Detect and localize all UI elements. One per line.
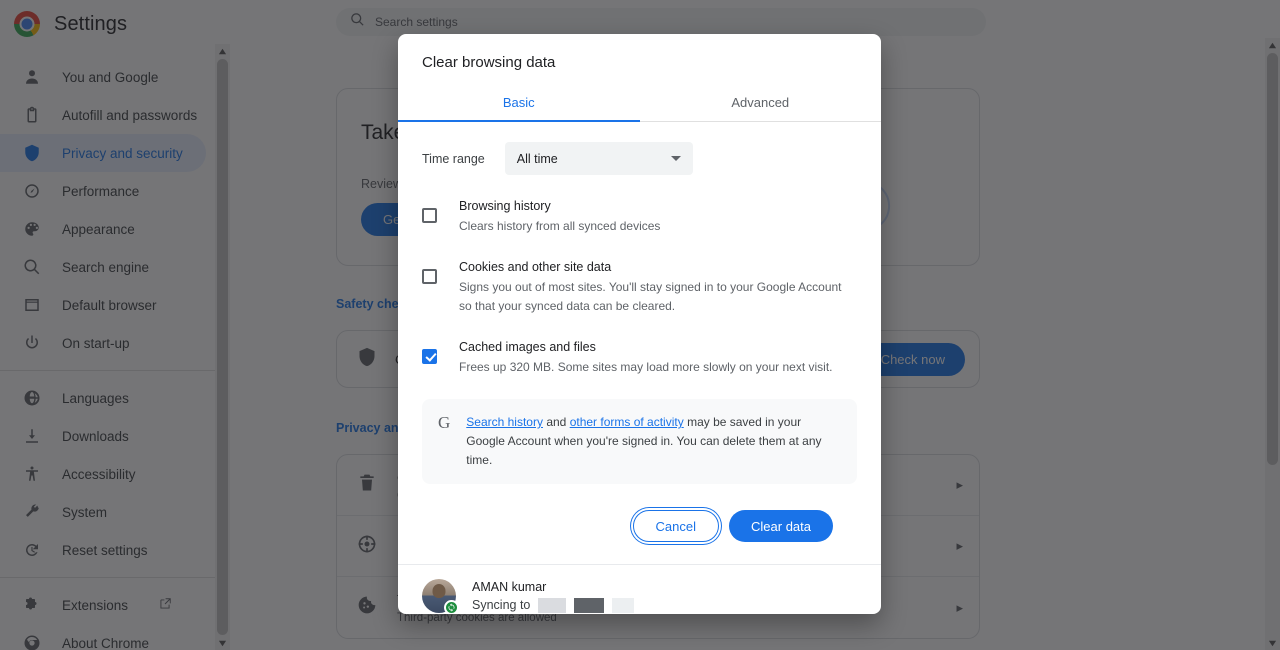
option-title: Cookies and other site data [459,260,612,274]
search-history-link[interactable]: Search history [466,415,543,429]
browsing-history-checkbox[interactable] [422,208,437,223]
chevron-down-icon [670,156,681,161]
account-row: AMAN kumar Syncing to [422,579,857,614]
account-name: AMAN kumar [472,579,547,594]
dialog-title: Clear browsing data [422,54,556,71]
banner-mid-text: and [542,415,570,429]
option-cookies-and-site-data[interactable]: Cookies and other site data Signs you ou… [422,258,857,316]
cookies-checkbox[interactable] [422,269,437,284]
google-g-icon: G [438,413,451,432]
redacted-email-block [538,597,567,613]
option-browsing-history[interactable]: Browsing history Clears history from all… [422,197,857,236]
clear-data-button[interactable]: Clear data [729,510,833,542]
avatar-face [432,584,446,598]
redacted-email-block [612,597,635,613]
time-range-label: Time range [422,151,485,166]
tab-advanced[interactable]: Advanced [640,85,882,121]
dialog-actions: Cancel Clear data [422,484,857,564]
time-range-value: All time [516,151,558,166]
other-forms-of-activity-link[interactable]: other forms of activity [570,415,684,429]
cached-images-checkbox[interactable] [422,349,437,364]
sync-status-label: Syncing to [472,598,531,612]
tab-basic[interactable]: Basic [398,85,640,122]
settings-page: Settings You and Google Autofill and pas… [0,0,1280,650]
google-account-banner: G Search history and other forms of acti… [422,399,857,484]
time-range-select[interactable]: All time [504,142,693,175]
sync-icon [444,600,459,614]
option-cached-images-and-files[interactable]: Cached images and files Frees up 320 MB.… [422,338,857,377]
dialog-tabs: Basic Advanced [398,85,881,122]
option-title: Browsing history [459,199,551,213]
dialog-body: Time range All time Browsing history Cle… [398,122,881,564]
time-range-row: Time range All time [422,142,857,175]
option-description: Clears history from all synced devices [459,219,661,233]
google-banner-text: Search history and other forms of activi… [466,413,841,470]
redacted-email-block [574,597,605,613]
dialog-footer: AMAN kumar Syncing to To clear browsing … [398,564,881,614]
avatar [422,579,459,614]
option-title: Cached images and files [459,340,596,354]
cancel-button[interactable]: Cancel [632,510,720,542]
option-description: Signs you out of most sites. You'll stay… [459,280,842,313]
clear-browsing-data-dialog: Clear browsing data Basic Advanced Time … [398,34,881,614]
option-description: Frees up 320 MB. Some sites may load mor… [459,360,833,374]
